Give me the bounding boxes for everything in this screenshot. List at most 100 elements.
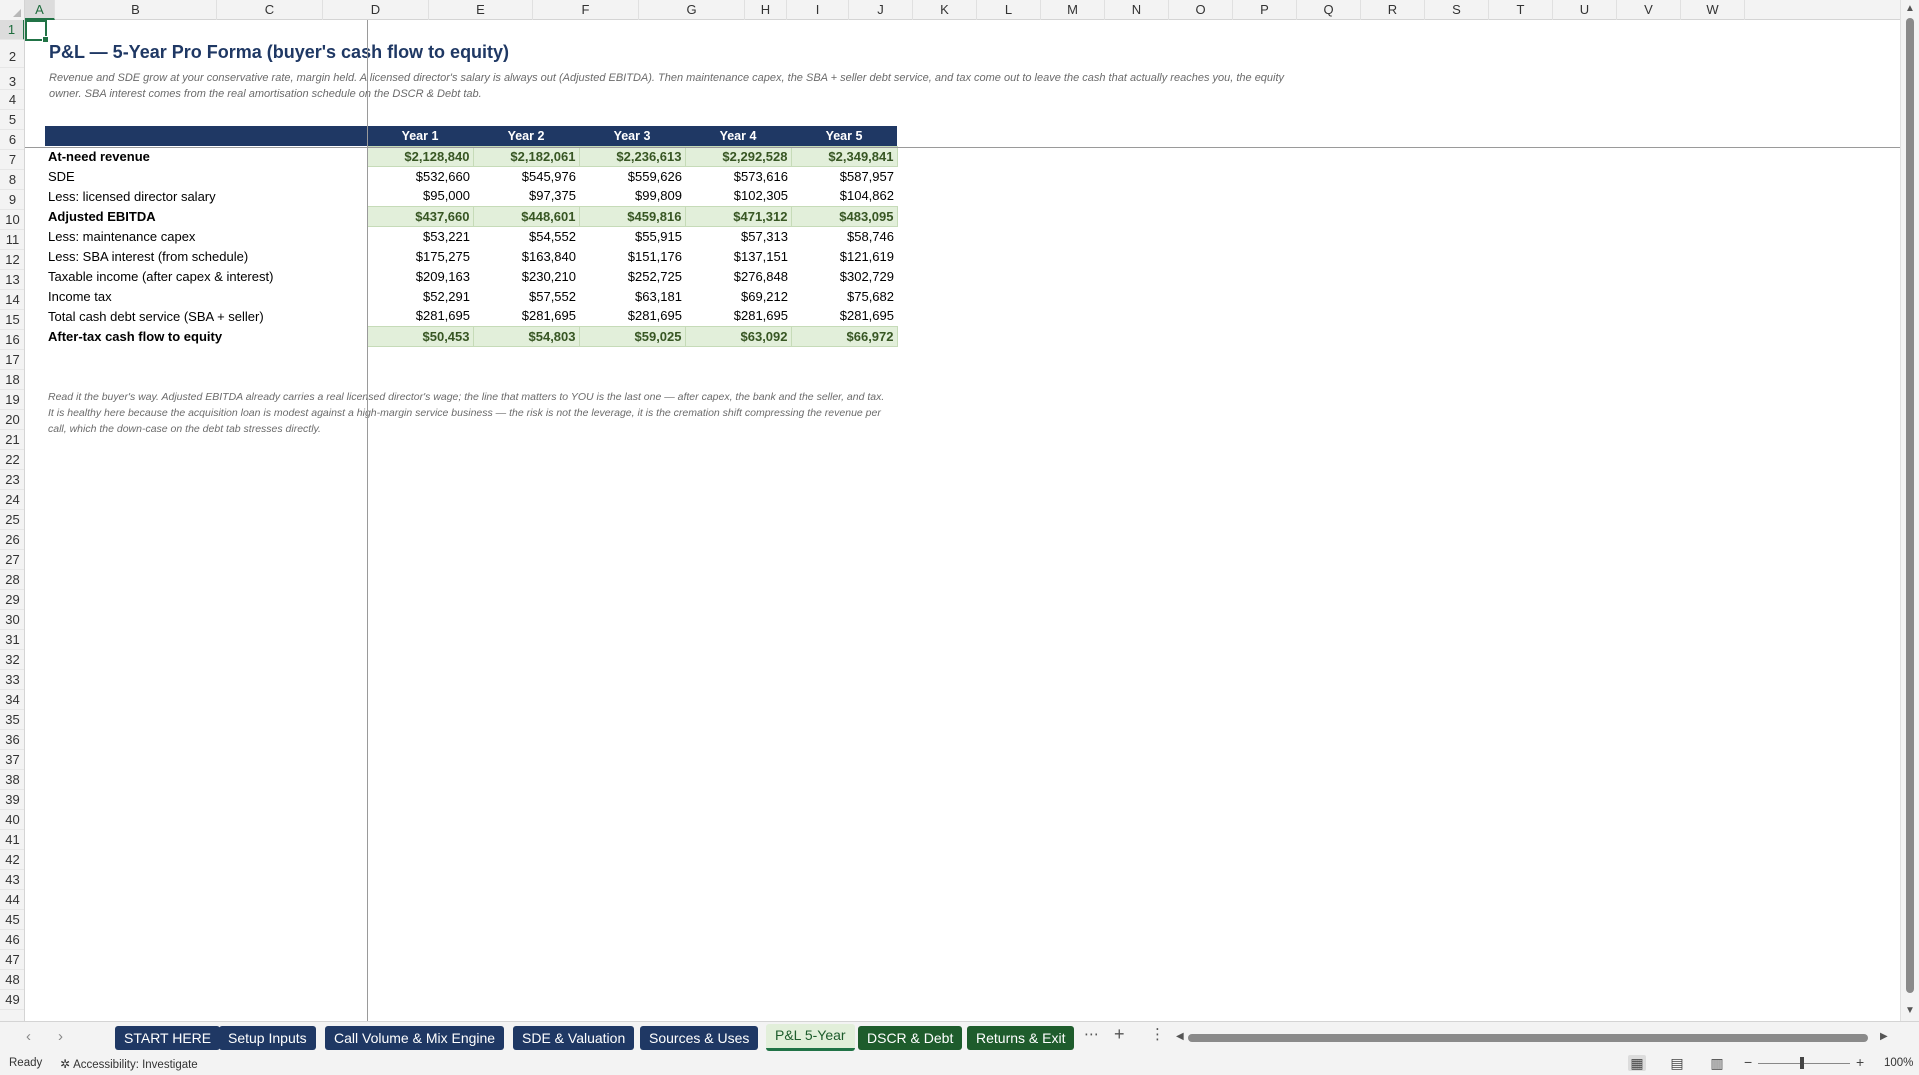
column-header-j[interactable]: J	[849, 0, 913, 20]
column-header-p[interactable]: P	[1233, 0, 1297, 20]
table-header-year[interactable]: Year 3	[579, 126, 685, 146]
row-header-38[interactable]: 38	[0, 770, 24, 790]
row-header-14[interactable]: 14	[0, 290, 24, 310]
line-item-label[interactable]: Income tax	[45, 286, 367, 306]
table-header-year[interactable]: Year 5	[791, 126, 897, 146]
line-item-value[interactable]: $102,305	[685, 186, 791, 206]
row-header-18[interactable]: 18	[0, 370, 24, 390]
plus-icon[interactable]: +	[1114, 1024, 1125, 1045]
row-header-6[interactable]: 6	[0, 130, 24, 150]
row-header-43[interactable]: 43	[0, 870, 24, 890]
line-item-value[interactable]: $104,862	[791, 186, 897, 206]
line-item-label[interactable]: Taxable income (after capex & interest)	[45, 266, 367, 286]
tab-sde-valuation[interactable]: SDE & Valuation	[513, 1026, 635, 1050]
row-header-17[interactable]: 17	[0, 350, 24, 370]
normal-view-icon[interactable]: ▦	[1628, 1055, 1646, 1071]
zoom-knob[interactable]	[1800, 1057, 1804, 1069]
line-item-value[interactable]: $69,212	[685, 286, 791, 306]
row-header-21[interactable]: 21	[0, 430, 24, 450]
row-header-15[interactable]: 15	[0, 310, 24, 330]
line-item-value[interactable]: $209,163	[367, 266, 473, 286]
column-header-b[interactable]: B	[55, 0, 217, 20]
column-header-n[interactable]: N	[1105, 0, 1169, 20]
line-item-value[interactable]: $276,848	[685, 266, 791, 286]
line-item-label[interactable]: Less: licensed director salary	[45, 186, 367, 206]
row-header-13[interactable]: 13	[0, 270, 24, 290]
chevron-left-icon[interactable]: ‹	[26, 1028, 31, 1045]
row-header-46[interactable]: 46	[0, 930, 24, 950]
line-item-value[interactable]: $175,275	[367, 246, 473, 266]
row-header-8[interactable]: 8	[0, 170, 24, 190]
row-header-12[interactable]: 12	[0, 250, 24, 270]
row-header-32[interactable]: 32	[0, 650, 24, 670]
line-item-value[interactable]: $281,695	[791, 306, 897, 326]
row-header-23[interactable]: 23	[0, 470, 24, 490]
column-header-w[interactable]: W	[1681, 0, 1745, 20]
column-header-c[interactable]: C	[217, 0, 323, 20]
line-item-value[interactable]: $163,840	[473, 246, 579, 266]
zoom-out-icon[interactable]: −	[1744, 1054, 1752, 1070]
row-header-26[interactable]: 26	[0, 530, 24, 550]
page-layout-view-icon[interactable]: ▤	[1668, 1055, 1686, 1071]
accessibility-status[interactable]: ✲ Accessibility: Investigate	[60, 1057, 198, 1071]
more-icon[interactable]: ⋯	[1084, 1025, 1099, 1043]
column-header-o[interactable]: O	[1169, 0, 1233, 20]
tab-start-here[interactable]: START HERE	[115, 1026, 221, 1050]
line-item-value[interactable]: $2,128,840	[366, 145, 474, 167]
line-item-label[interactable]: Total cash debt service (SBA + seller)	[45, 306, 367, 326]
column-header-s[interactable]: S	[1425, 0, 1489, 20]
row-header-34[interactable]: 34	[0, 690, 24, 710]
row-header-20[interactable]: 20	[0, 410, 24, 430]
row-header-41[interactable]: 41	[0, 830, 24, 850]
line-item-value[interactable]: $281,695	[473, 306, 579, 326]
line-item-value[interactable]: $448,601	[472, 205, 580, 227]
line-item-value[interactable]: $95,000	[367, 186, 473, 206]
tab-returns-exit[interactable]: Returns & Exit	[967, 1026, 1075, 1050]
line-item-value[interactable]: $2,236,613	[578, 145, 686, 167]
row-header-19[interactable]: 19	[0, 390, 24, 410]
line-item-label[interactable]: At-need revenue	[45, 146, 367, 166]
column-header-f[interactable]: F	[533, 0, 639, 20]
vertical-scroll-thumb[interactable]	[1906, 18, 1914, 993]
row-header-49[interactable]: 49	[0, 990, 24, 1010]
row-header-47[interactable]: 47	[0, 950, 24, 970]
line-item-value[interactable]: $137,151	[685, 246, 791, 266]
line-item-value[interactable]: $281,695	[367, 306, 473, 326]
table-header-year[interactable]: Year 4	[685, 126, 791, 146]
line-item-value[interactable]: $532,660	[367, 166, 473, 186]
line-item-value[interactable]: $302,729	[791, 266, 897, 286]
vertical-scrollbar[interactable]: ▲ ▼	[1900, 0, 1919, 1021]
tab-pnl-5-year[interactable]: P&L 5-Year	[766, 1024, 855, 1051]
tab-sources-uses[interactable]: Sources & Uses	[640, 1026, 759, 1050]
row-header-10[interactable]: 10	[0, 210, 24, 230]
line-item-value[interactable]: $53,221	[367, 226, 473, 246]
line-item-value[interactable]: $587,957	[791, 166, 897, 186]
row-header-29[interactable]: 29	[0, 590, 24, 610]
row-header-37[interactable]: 37	[0, 750, 24, 770]
row-header-44[interactable]: 44	[0, 890, 24, 910]
zoom-level[interactable]: 100%	[1884, 1057, 1913, 1069]
column-header-i[interactable]: I	[787, 0, 849, 20]
row-header-16[interactable]: 16	[0, 330, 24, 350]
line-item-value[interactable]: $573,616	[685, 166, 791, 186]
line-item-value[interactable]: $483,095	[790, 205, 898, 227]
line-item-value[interactable]: $559,626	[579, 166, 685, 186]
column-header-a[interactable]: A	[25, 0, 55, 20]
column-header-u[interactable]: U	[1553, 0, 1617, 20]
line-item-label[interactable]: Less: maintenance capex	[45, 226, 367, 246]
row-header-3[interactable]: 3	[0, 68, 24, 90]
tab-setup-inputs[interactable]: Setup Inputs	[219, 1026, 316, 1050]
line-item-value[interactable]: $50,453	[366, 325, 474, 347]
horizontal-scroll-thumb[interactable]	[1188, 1034, 1868, 1042]
column-header-t[interactable]: T	[1489, 0, 1553, 20]
line-item-value[interactable]: $230,210	[473, 266, 579, 286]
row-header-9[interactable]: 9	[0, 190, 24, 210]
line-item-value[interactable]: $2,349,841	[790, 145, 898, 167]
column-header-k[interactable]: K	[913, 0, 977, 20]
line-item-value[interactable]: $151,176	[579, 246, 685, 266]
zoom-in-icon[interactable]: +	[1856, 1054, 1864, 1070]
column-header-h[interactable]: H	[745, 0, 787, 20]
active-cell-a1[interactable]	[25, 20, 49, 43]
line-item-value[interactable]: $97,375	[473, 186, 579, 206]
select-all-corner[interactable]	[0, 0, 25, 20]
